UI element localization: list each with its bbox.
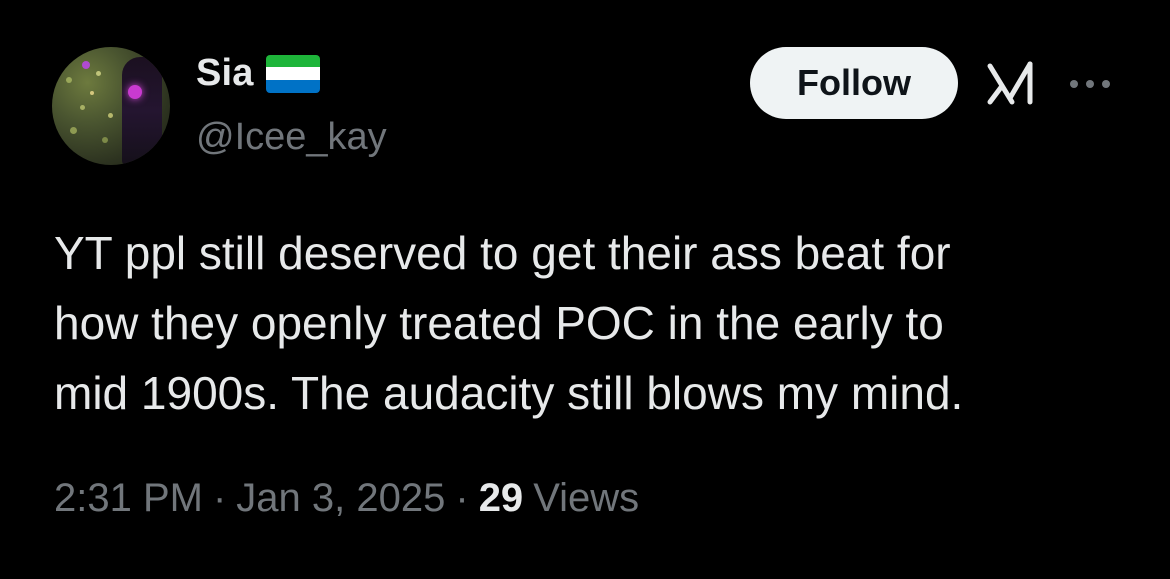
name-row: Sia bbox=[196, 52, 320, 95]
meta-separator: · bbox=[212, 476, 227, 520]
views-label[interactable]: Views bbox=[533, 476, 639, 521]
meta-separator: · bbox=[455, 476, 469, 520]
sierra-leone-flag-icon bbox=[265, 54, 320, 93]
tweet-date[interactable]: Jan 3, 2025 bbox=[236, 476, 445, 521]
grok-icon[interactable] bbox=[986, 60, 1038, 108]
more-icon[interactable] bbox=[1066, 64, 1114, 104]
avatar[interactable] bbox=[52, 47, 170, 165]
tweet-time[interactable]: 2:31 PM bbox=[54, 476, 203, 521]
display-name[interactable]: Sia bbox=[196, 52, 254, 95]
views-count[interactable]: 29 bbox=[479, 476, 524, 521]
tweet-meta: 2:31 PM · Jan 3, 2025 · 29 Views bbox=[54, 476, 639, 521]
user-handle[interactable]: @Icee_kay bbox=[196, 116, 387, 159]
follow-button[interactable]: Follow bbox=[750, 47, 958, 119]
tweet-card: Sia @Icee_kay Follow YT ppl still deserv… bbox=[0, 0, 1170, 579]
tweet-text: YT ppl still deserved to get their ass b… bbox=[54, 227, 964, 419]
